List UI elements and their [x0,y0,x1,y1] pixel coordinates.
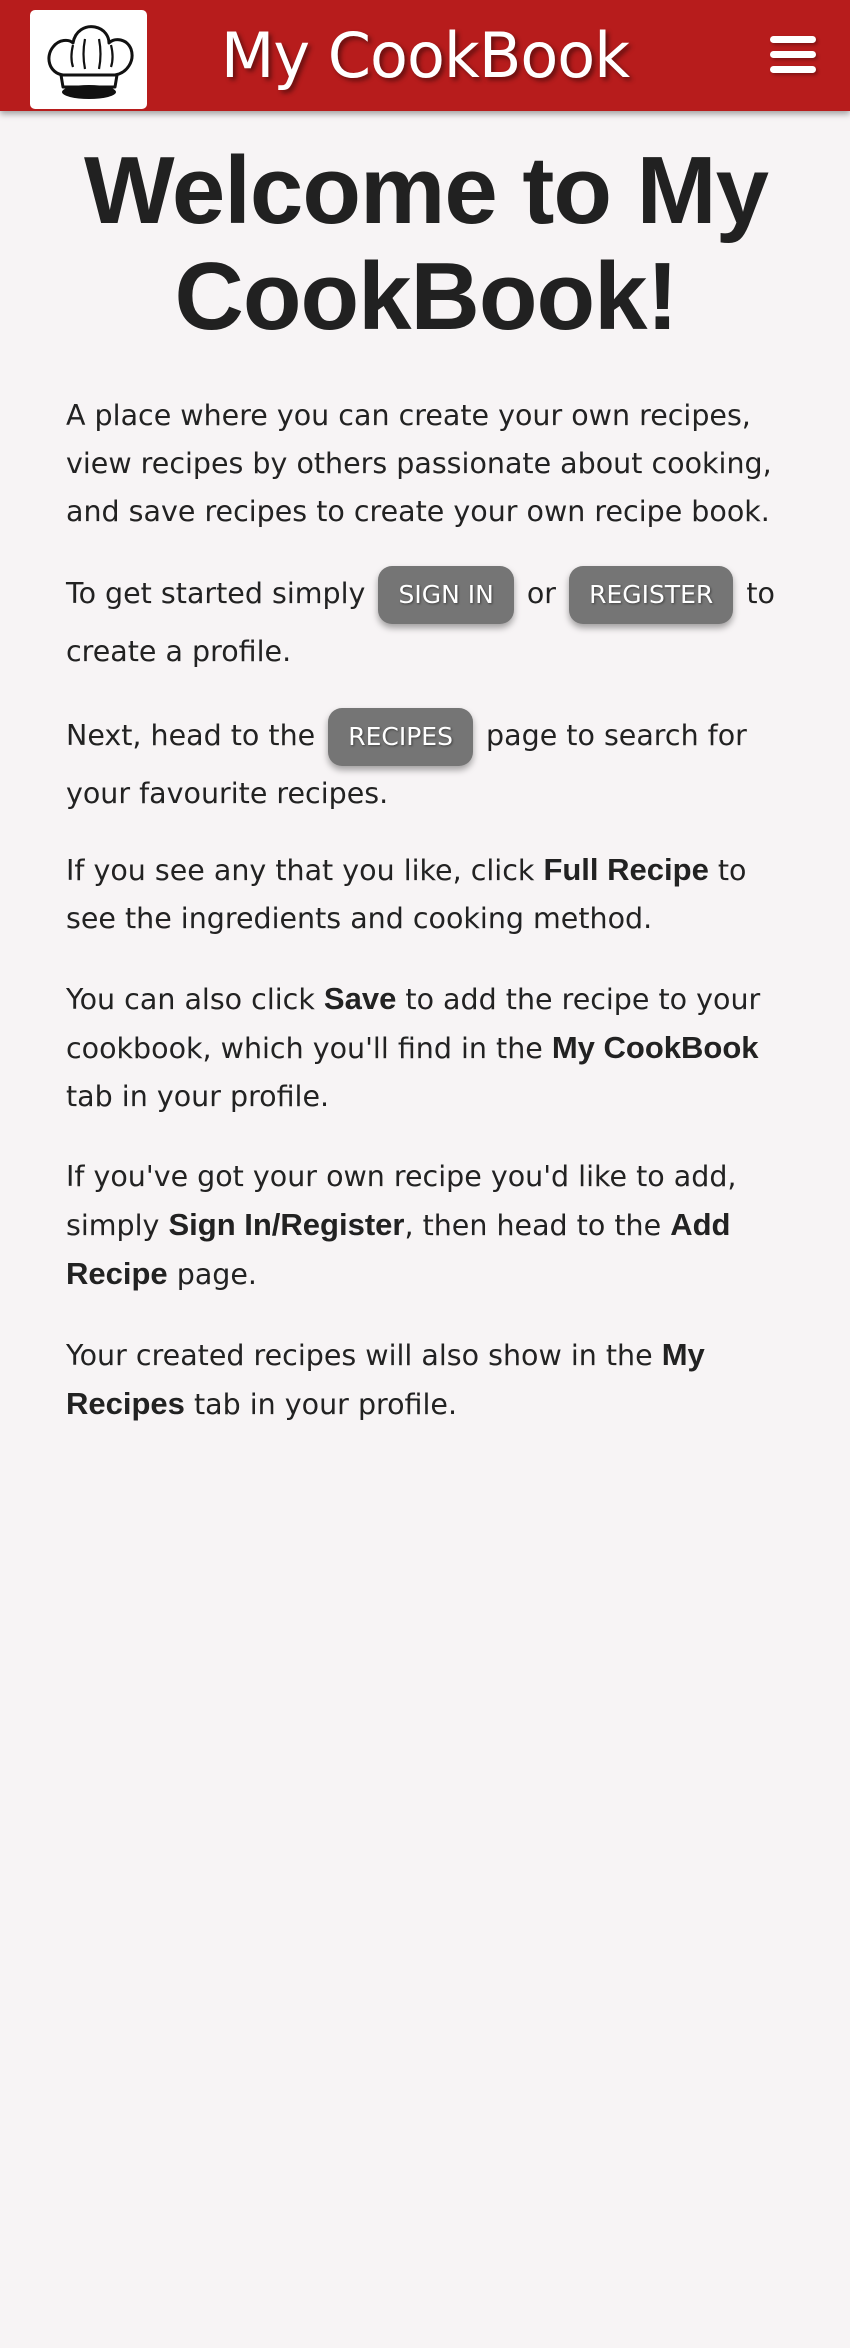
menu-bar [770,36,816,43]
get-started-text: To get started simply SIGN IN or REGISTE… [66,566,786,680]
logo[interactable] [30,10,147,109]
created-after: tab in your profile. [193,1388,458,1421]
own-recipe-text: If you've got your own recipe you'd like… [66,1153,786,1299]
page-title: Welcome to My CookBook! [83,137,769,350]
next-before: Next, head to the [66,719,316,752]
navbar: My CookBook [0,0,850,111]
hamburger-menu-icon[interactable] [770,32,818,76]
intro-text: A place where you can create your own re… [66,399,772,528]
full-recipe-before: If you see any that you like, click [66,854,535,887]
next-step-text: Next, head to the RECIPES page to search… [66,708,786,822]
own-recipe-after: page. [176,1258,257,1291]
get-started-before: To get started simply [66,577,366,610]
save-after: tab in your profile. [66,1080,330,1113]
my-cookbook-term: My CookBook [551,1030,759,1065]
save-text: You can also click Save to add the recip… [66,975,786,1121]
save-before: You can also click [66,983,315,1016]
created-before: Your created recipes will also show in t… [66,1339,653,1372]
recipes-button[interactable]: RECIPES [328,708,473,766]
created-recipes-text: Your created recipes will also show in t… [66,1331,786,1429]
chef-hat-icon [46,24,133,99]
or-text: or [526,577,557,610]
main-content: Welcome to My CookBook! A place where yo… [66,138,786,1429]
full-recipe-term: Full Recipe [543,852,709,887]
own-recipe-middle: , then head to the [404,1209,662,1242]
sign-in-button[interactable]: SIGN IN [378,566,514,624]
menu-bar [770,66,816,73]
register-button[interactable]: REGISTER [569,566,734,624]
full-recipe-text: If you see any that you like, click Full… [66,846,786,943]
sign-in-register-term: Sign In/Register [168,1207,405,1242]
menu-bar [770,51,816,58]
save-term: Save [323,981,397,1016]
